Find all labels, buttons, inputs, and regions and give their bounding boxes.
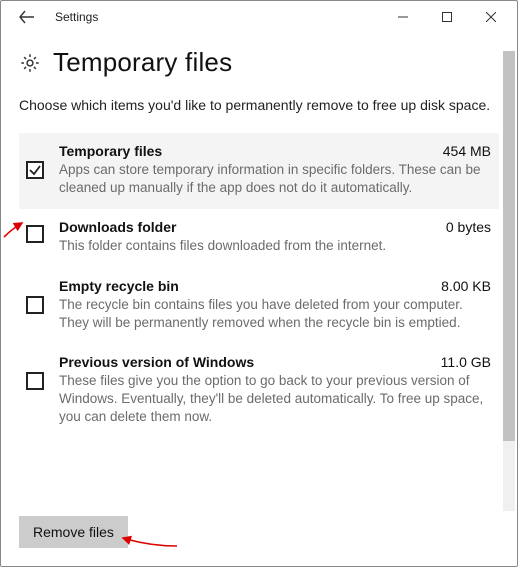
- item-desc: These files give you the option to go ba…: [59, 372, 491, 427]
- item-downloads-folder[interactable]: Downloads folder 0 bytes This folder con…: [19, 209, 499, 267]
- item-empty-recycle-bin[interactable]: Empty recycle bin 8.00 KB The recycle bi…: [19, 268, 499, 344]
- item-title: Empty recycle bin: [59, 278, 179, 294]
- checkbox-temporary-files[interactable]: [26, 161, 44, 179]
- page-heading: Temporary files: [1, 33, 517, 88]
- back-arrow-icon: [19, 10, 35, 24]
- checkbox-downloads-folder[interactable]: [26, 225, 44, 243]
- scrollbar-track[interactable]: [503, 51, 515, 511]
- checkbox-empty-recycle-bin[interactable]: [26, 296, 44, 314]
- item-previous-version-windows[interactable]: Previous version of Windows 11.0 GB Thes…: [19, 344, 499, 439]
- item-desc: Apps can store temporary information in …: [59, 161, 491, 197]
- item-temporary-files[interactable]: Temporary files 454 MB Apps can store te…: [19, 133, 499, 209]
- intro-text: Choose which items you'd like to permane…: [19, 96, 499, 115]
- maximize-icon: [442, 12, 452, 22]
- close-button[interactable]: [469, 2, 513, 32]
- titlebar: Settings: [1, 1, 517, 33]
- item-size: 11.0 GB: [441, 354, 491, 370]
- item-title: Downloads folder: [59, 219, 176, 235]
- item-size: 0 bytes: [446, 219, 491, 235]
- back-button[interactable]: [5, 2, 49, 32]
- minimize-button[interactable]: [381, 2, 425, 32]
- item-size: 454 MB: [443, 143, 491, 159]
- page-title: Temporary files: [53, 47, 232, 78]
- item-desc: This folder contains files downloaded fr…: [59, 237, 491, 255]
- content-area: Choose which items you'd like to permane…: [1, 88, 517, 518]
- remove-files-button[interactable]: Remove files: [19, 516, 128, 548]
- annotation-arrow-icon: [119, 532, 179, 550]
- item-size: 8.00 KB: [441, 278, 491, 294]
- close-icon: [486, 12, 496, 22]
- item-desc: The recycle bin contains files you have …: [59, 296, 491, 332]
- scrollbar-thumb[interactable]: [503, 51, 515, 441]
- item-title: Temporary files: [59, 143, 162, 159]
- gear-icon: [19, 52, 41, 74]
- item-title: Previous version of Windows: [59, 354, 254, 370]
- minimize-icon: [398, 12, 408, 22]
- maximize-button[interactable]: [425, 2, 469, 32]
- checkbox-previous-version-windows[interactable]: [26, 372, 44, 390]
- window-title: Settings: [55, 10, 98, 24]
- check-icon: [28, 163, 42, 177]
